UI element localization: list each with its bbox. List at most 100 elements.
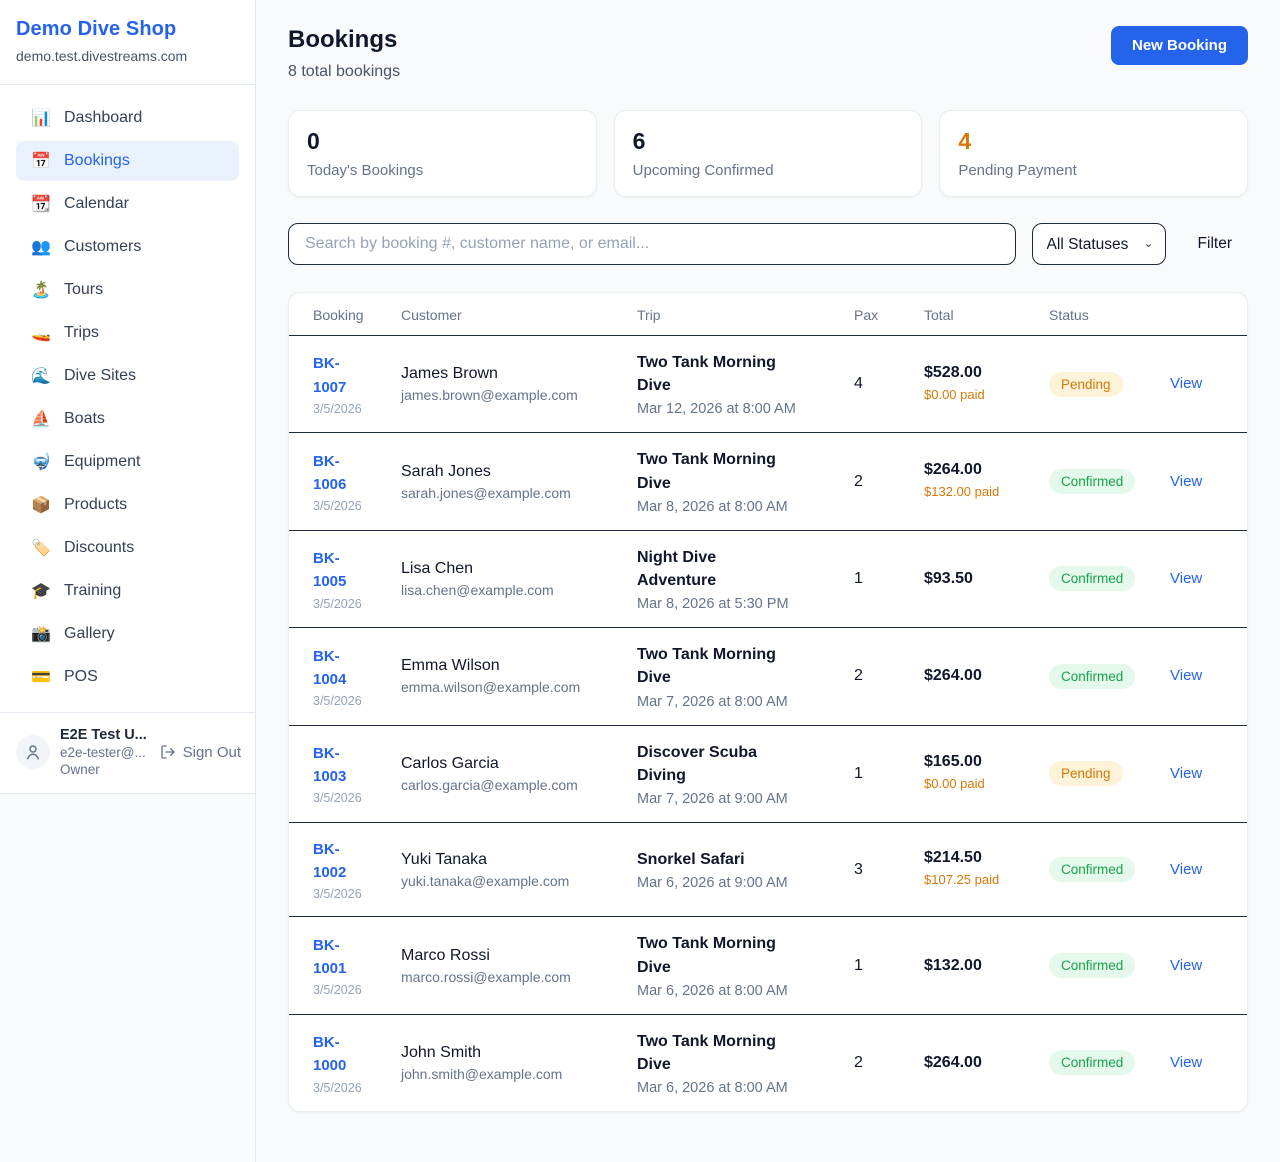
booking-id-link[interactable]: BK-1001 [313,934,371,981]
customer-email: carlos.garcia@example.com [401,777,629,793]
search-input[interactable] [288,223,1016,265]
view-link[interactable]: View [1170,570,1202,587]
status-badge: Pending [1049,372,1123,397]
booking-id-link[interactable]: BK-1003 [313,742,371,789]
pax-count: 1 [854,957,863,974]
filter-button[interactable]: Filter [1182,235,1248,253]
customer-email: yuki.tanaka@example.com [401,873,629,889]
sidebar-item-discounts[interactable]: 🏷️ Discounts [16,528,239,568]
new-booking-button[interactable]: New Booking [1111,26,1248,65]
booking-created-date: 3/5/2026 [313,983,393,997]
island-icon: 🏝️ [31,280,51,300]
sign-out-button[interactable]: Sign Out [160,744,241,761]
column-header-actions [1170,293,1248,336]
booking-id-link[interactable]: BK-1002 [313,838,371,885]
pax-count: 4 [854,375,863,392]
page-title: Bookings [288,26,400,54]
trip-datetime: Mar 8, 2026 at 5:30 PM [637,596,846,612]
view-link[interactable]: View [1170,473,1202,490]
stat-label: Upcoming Confirmed [633,162,904,179]
tear-off-calendar-icon: 📆 [31,194,51,214]
sidebar-item-boats[interactable]: ⛵ Boats [16,399,239,439]
bookings-table-card: BookingCustomerTripPaxTotalStatus BK-100… [288,292,1248,1112]
shop-domain: demo.test.divestreams.com [16,48,239,64]
customer-name: Yuki Tanaka [401,851,629,869]
table-row: BK-1003 3/5/2026 Carlos Garcia carlos.ga… [289,725,1248,822]
table-row: BK-1005 3/5/2026 Lisa Chen lisa.chen@exa… [289,530,1248,627]
total-amount: $528.00 [924,364,1041,382]
customer-name: Emma Wilson [401,657,629,675]
status-filter-select[interactable]: All Statuses [1032,223,1166,265]
sidebar-item-tours[interactable]: 🏝️ Tours [16,270,239,310]
total-amount: $165.00 [924,753,1041,771]
booking-created-date: 3/5/2026 [313,499,393,513]
booking-id-link[interactable]: BK-1007 [313,352,371,399]
sidebar-item-customers[interactable]: 👥 Customers [16,227,239,267]
user-section: E2E Test U... e2e-tester@... Owner Sign … [0,712,255,793]
column-header-trip: Trip [637,293,854,336]
pax-count: 2 [854,473,863,490]
table-row: BK-1001 3/5/2026 Marco Rossi marco.rossi… [289,917,1248,1014]
view-link[interactable]: View [1170,667,1202,684]
stat-value: 4 [958,128,1229,155]
trip-name: Two Tank Morning Dive [637,351,799,397]
total-amount: $264.00 [924,1054,1041,1072]
booking-created-date: 3/5/2026 [313,887,393,901]
view-link[interactable]: View [1170,765,1202,782]
sidebar-item-pos[interactable]: 💳 POS [16,657,239,697]
customer-email: john.smith@example.com [401,1066,629,1082]
booking-id-link[interactable]: BK-1005 [313,547,371,594]
booking-created-date: 3/5/2026 [313,694,393,708]
sidebar-item-equipment[interactable]: 🤿 Equipment [16,442,239,482]
sidebar-item-dashboard[interactable]: 📊 Dashboard [16,98,239,138]
booking-id-link[interactable]: BK-1000 [313,1031,371,1078]
sidebar-item-training[interactable]: 🎓 Training [16,571,239,611]
trip-name: Discover Scuba Diving [637,741,799,787]
sidebar-item-dive-sites[interactable]: 🌊 Dive Sites [16,356,239,396]
stat-value: 6 [633,128,904,155]
total-bookings-count: 8 total bookings [288,63,400,81]
status-badge: Pending [1049,761,1123,786]
table-row: BK-1000 3/5/2026 John Smith john.smith@e… [289,1014,1248,1111]
customer-name: James Brown [401,365,629,383]
view-link[interactable]: View [1170,1054,1202,1071]
wave-icon: 🌊 [31,366,51,386]
pax-count: 3 [854,861,863,878]
total-amount: $264.00 [924,461,1041,479]
booking-id-link[interactable]: BK-1006 [313,450,371,497]
booking-created-date: 3/5/2026 [313,1081,393,1095]
sidebar-item-trips[interactable]: 🚤 Trips [16,313,239,353]
pax-count: 2 [854,1054,863,1071]
table-row: BK-1004 3/5/2026 Emma Wilson emma.wilson… [289,628,1248,725]
shop-name: Demo Dive Shop [16,18,239,41]
sidebar-item-bookings[interactable]: 📅 Bookings [16,141,239,181]
customer-email: marco.rossi@example.com [401,969,629,985]
pax-count: 1 [854,570,863,587]
trip-datetime: Mar 6, 2026 at 8:00 AM [637,983,846,999]
view-link[interactable]: View [1170,957,1202,974]
camera-flash-icon: 📸 [31,624,51,644]
customer-email: sarah.jones@example.com [401,485,629,501]
sidebar-item-calendar[interactable]: 📆 Calendar [16,184,239,224]
table-row: BK-1002 3/5/2026 Yuki Tanaka yuki.tanaka… [289,822,1248,917]
stat-value: 0 [307,128,578,155]
logout-icon [160,744,176,760]
user-name: E2E Test U... [60,727,147,743]
credit-card-icon: 💳 [31,667,51,687]
sidebar-item-products[interactable]: 📦 Products [16,485,239,525]
trip-name: Two Tank Morning Dive [637,932,799,978]
graduation-cap-icon: 🎓 [31,581,51,601]
sailboat-icon: ⛵ [31,409,51,429]
view-link[interactable]: View [1170,375,1202,392]
booking-id-link[interactable]: BK-1004 [313,645,371,692]
customer-name: Carlos Garcia [401,755,629,773]
total-amount: $93.50 [924,570,1041,588]
column-header-customer: Customer [401,293,637,336]
package-icon: 📦 [31,495,51,515]
sidebar-nav: 📊 Dashboard 📅 Bookings 📆 Calendar 👥 Cust… [0,85,255,712]
table-row: BK-1007 3/5/2026 James Brown james.brown… [289,336,1248,433]
sidebar-item-gallery[interactable]: 📸 Gallery [16,614,239,654]
stat-label: Pending Payment [958,162,1229,179]
total-amount: $264.00 [924,667,1041,685]
view-link[interactable]: View [1170,861,1202,878]
